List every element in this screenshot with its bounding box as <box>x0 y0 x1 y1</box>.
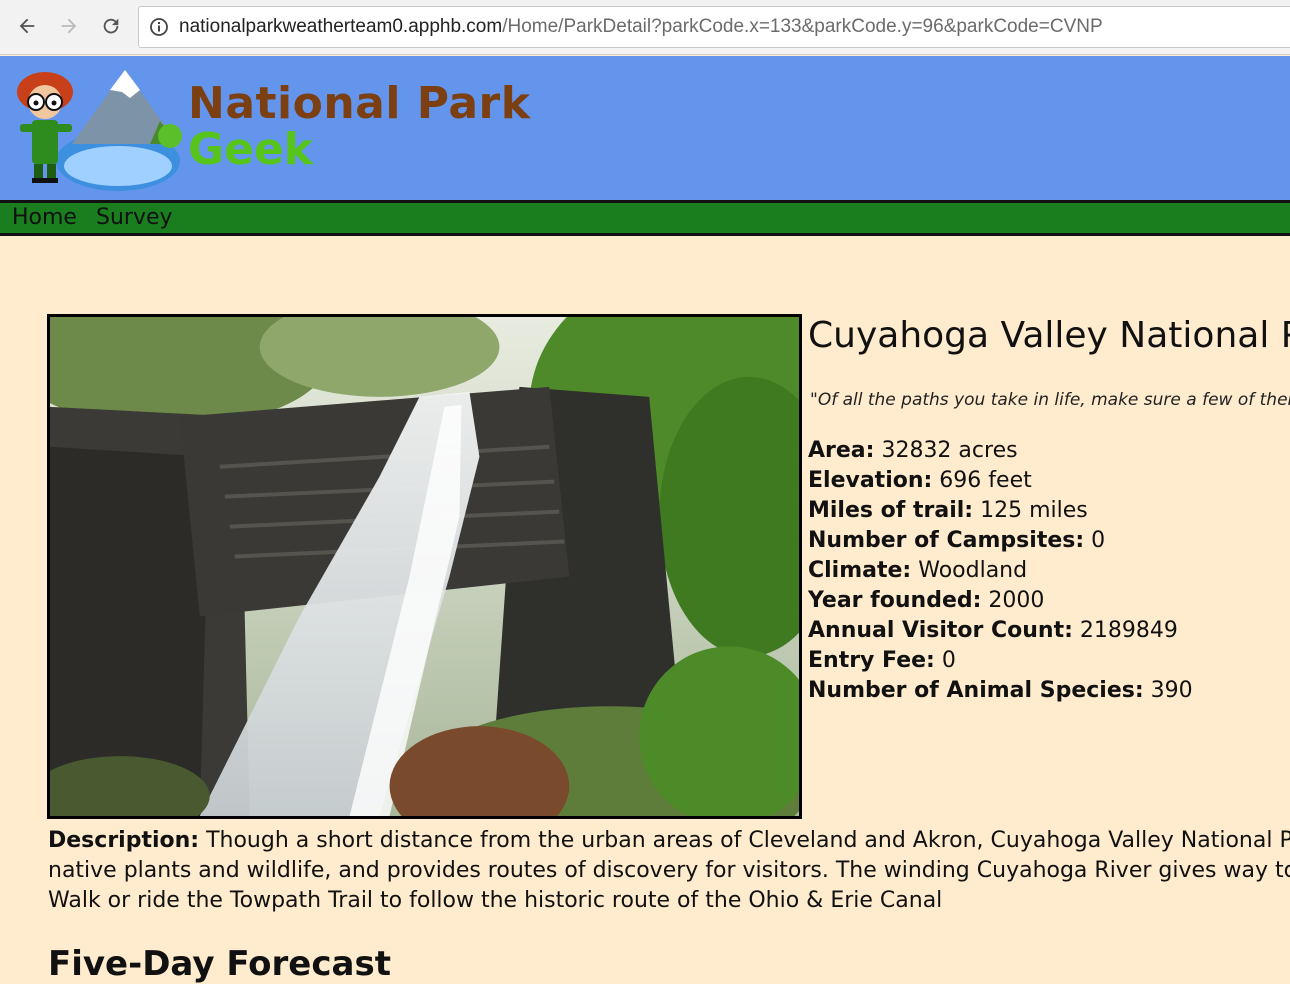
site-header: National Park Geek <box>0 56 1290 200</box>
fact-annual-visitors: Annual Visitor Count: 2189849 <box>808 618 1178 643</box>
url-host: nationalparkweatherteam0.apphb.com <box>179 16 503 37</box>
forward-arrow-icon[interactable] <box>55 12 83 40</box>
fact-animal-species: Number of Animal Species: 390 <box>808 678 1193 703</box>
park-facts: Area: 32832 acres Elevation: 696 feet Mi… <box>808 436 1193 706</box>
waterfall-image <box>50 317 799 816</box>
info-icon[interactable] <box>149 17 169 37</box>
fact-climate: Climate: Woodland <box>808 558 1028 583</box>
back-arrow-icon[interactable] <box>13 12 41 40</box>
brand-name-line1: National Park <box>188 78 531 129</box>
main-nav: Home Survey <box>0 200 1290 236</box>
browser-toolbar: nationalparkweatherteam0.apphb.com/Home/… <box>0 0 1290 55</box>
national-park-geek-logo <box>17 70 182 191</box>
fact-entry-fee: Entry Fee: 0 <box>808 648 956 673</box>
reload-icon[interactable] <box>97 12 125 40</box>
url-text: nationalparkweatherteam0.apphb.com/Home/… <box>179 16 1103 38</box>
park-quote: "Of all the paths you take in life, make… <box>810 390 1290 410</box>
forecast-heading: Five-Day Forecast <box>48 944 391 984</box>
fact-campsites: Number of Campsites: 0 <box>808 528 1106 553</box>
fact-year-founded: Year founded: 2000 <box>808 588 1045 613</box>
description-text: Though a short distance from the urban a… <box>48 828 1290 913</box>
url-path: /Home/ParkDetail?parkCode.x=133&parkCode… <box>502 16 1103 37</box>
nav-survey-link[interactable]: Survey <box>96 205 173 230</box>
fact-area: Area: 32832 acres <box>808 438 1018 463</box>
address-bar[interactable]: nationalparkweatherteam0.apphb.com/Home/… <box>138 6 1290 48</box>
nav-home-link[interactable]: Home <box>12 205 77 230</box>
park-title: Cuyahoga Valley National Pa <box>808 315 1290 356</box>
description-label: Description: <box>48 828 200 853</box>
park-description: Description: Though a short distance fro… <box>48 826 1290 916</box>
fact-miles-of-trail: Miles of trail: 125 miles <box>808 498 1088 523</box>
park-photo <box>47 314 802 819</box>
brand-name-line2: Geek <box>188 124 314 175</box>
fact-elevation: Elevation: 696 feet <box>808 468 1032 493</box>
